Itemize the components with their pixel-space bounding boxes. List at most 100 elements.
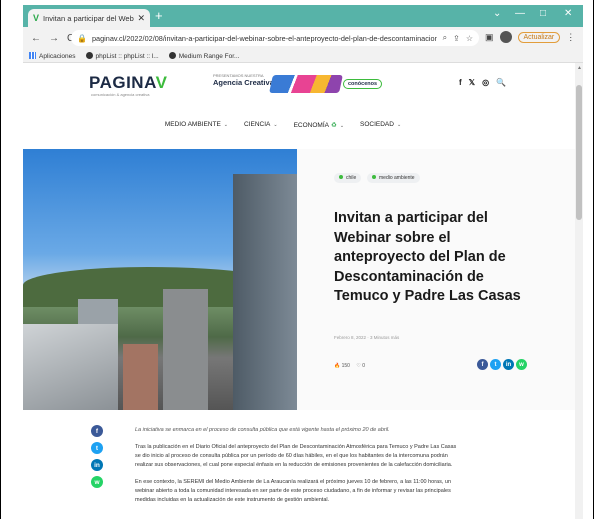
hero-image[interactable] [23,149,297,410]
browser-tab[interactable]: V Invitan a participar del Webinar s ✕ [28,9,150,27]
side-share-buttons: f t in w [91,425,103,488]
browser-toolbar-right: ▣ Actualizar ⋮ [485,31,575,43]
ad-banner[interactable]: PRESENTAMOS NUESTRA Agencia Creativa con… [213,73,383,97]
menu-dots-icon[interactable]: ⋮ [566,32,575,43]
comment-icon: ♡ [356,363,361,369]
menu-item-medio-ambiente[interactable]: MEDIO AMBIENTE ⌄ [165,121,228,129]
search-icon[interactable]: ⌕ [443,33,447,43]
comment-count: 0 [362,363,366,369]
maximize-button[interactable]: □ [540,8,546,19]
lock-icon[interactable]: 🔒 [77,34,87,43]
tower-building-shape [233,174,297,410]
recycle-icon: ♻ [330,122,337,129]
article-meta: Febrero 8, 2022 · 3 Minutos más [334,335,400,340]
building-shape [123,344,158,410]
close-window-button[interactable]: ✕ [564,8,572,19]
url-text: paginav.cl/2022/02/08/invitan-a-particip… [91,33,437,43]
building-shape [23,324,118,410]
menu-item-sociedad[interactable]: SOCIEDAD ⌄ [360,121,401,129]
bookmark-phplist[interactable]: phpList :: phpList :: l... [85,51,159,60]
web-page: ▲ PAGINAV comunicación & agencia creativ… [23,63,583,519]
linkedin-share-button[interactable]: in [503,359,514,370]
article-body: La iniciativa se enmarca en el proceso d… [135,426,460,513]
article-title: Invitan a participar del Webinar sobre e… [334,210,521,304]
bookmark-star-icon[interactable]: ☆ [466,34,473,43]
minimize-button[interactable]: — [515,8,525,19]
scrollbar-thumb[interactable] [576,85,582,220]
building-shape [163,289,208,410]
twitter-icon[interactable]: 𝕏 [469,78,475,87]
bookmark-label: phpList :: phpList :: l... [95,52,159,60]
bookmark-apps[interactable]: Aplicaciones [29,51,76,60]
hero-share-buttons: f t in w [477,359,527,370]
menu-label: MEDIO AMBIENTE [164,121,221,128]
ad-title: Agencia Creativa [213,78,274,87]
linkedin-share-button[interactable]: in [91,459,103,471]
address-bar: ← → C 🔒 paginav.cl/2022/02/08/invitan-a-… [23,27,583,49]
ad-cta-button[interactable]: conócenos [343,79,383,89]
article-lead: La iniciativa se enmarca en el proceso d… [135,427,390,433]
menu-item-economia[interactable]: ECONOMÍA ♻ ⌄ [294,121,344,129]
facebook-share-button[interactable]: f [477,359,488,370]
site-favicon-icon: V [33,13,40,23]
share-icon[interactable]: ⇪ [453,34,460,43]
globe-icon [85,51,93,59]
menu-label: SOCIEDAD [360,121,394,128]
instagram-icon[interactable]: ◎ [482,78,489,87]
bookmark-medium-range[interactable]: Medium Range For... [168,51,240,60]
logo-subtitle: comunicación & agencia creativa [91,92,150,97]
search-icon[interactable]: 🔍 [496,78,506,87]
logo-text: PAGINA [89,73,156,92]
update-button[interactable]: Actualizar [517,31,561,43]
screenshot-frame: V Invitan a participar del Webinar s ✕ +… [0,0,599,519]
twitter-share-button[interactable]: t [490,359,501,370]
sidebar-icon[interactable]: ▣ [485,32,494,43]
menu-label: ECONOMÍA [293,122,329,129]
header-social: f 𝕏 ◎ 🔍 [459,78,506,87]
twitter-share-button[interactable]: t [91,442,103,454]
whatsapp-share-button[interactable]: w [91,476,103,488]
tab-title: Invitan a participar del Webinar s [43,13,134,23]
chevron-down-icon: ⌄ [223,122,228,128]
tag-dot-icon [339,175,343,179]
tag-dot-icon [372,175,376,179]
tab-strip: V Invitan a participar del Webinar s ✕ +… [23,5,583,27]
flame-icon: 🔥 [334,363,341,369]
site-logo[interactable]: PAGINAV [89,73,167,93]
url-field[interactable]: 🔒 paginav.cl/2022/02/08/invitan-a-partic… [71,30,479,46]
tag-label: medio ambiente [379,175,415,181]
article-paragraph: En ese contexto, la SEREMI del Medio Amb… [135,479,452,503]
facebook-share-button[interactable]: f [91,425,103,437]
tag-label: chile [346,175,357,181]
apps-grid-icon [29,51,36,59]
ad-artwork [269,75,343,93]
facebook-icon[interactable]: f [459,78,462,87]
tag-medio-ambiente[interactable]: medio ambiente [367,173,420,183]
main-menu: MEDIO AMBIENTE ⌄ CIENCIA ⌄ ECONOMÍA ♻ ⌄ SOCI… [23,121,583,129]
article-paragraph: Tras la publicación en el Diario Oficial… [135,444,457,468]
close-tab-icon[interactable]: ✕ [137,13,145,24]
logo-v: V [155,73,168,92]
forward-arrow-icon[interactable]: → [49,33,59,44]
tag-chile[interactable]: chile [334,173,362,183]
browser-window: V Invitan a participar del Webinar s ✕ +… [23,5,583,519]
hero-panel: chile medio ambiente Invitan a participa… [297,149,575,410]
menu-label: CIENCIA [244,121,271,128]
view-count: 150 [341,363,350,369]
scrollbar[interactable]: ▲ [575,63,583,519]
profile-avatar[interactable] [499,31,512,43]
chevron-down-icon: ⌄ [396,122,402,128]
bookmarks-bar: Aplicaciones phpList :: phpList :: l... … [23,49,583,63]
chevron-down-icon: ⌄ [273,122,278,128]
globe-icon [168,51,176,59]
article-stats: 🔥 150 ♡ 0 [334,363,365,369]
bookmark-label: Medium Range For... [178,52,240,60]
chevron-down-icon: ⌄ [339,123,345,129]
menu-item-ciencia[interactable]: CIENCIA ⌄ [244,121,278,129]
new-tab-button[interactable]: + [155,8,163,23]
back-arrow-icon[interactable]: ← [31,33,41,44]
tab-search-icon[interactable]: ⌄ [493,8,501,19]
scroll-up-arrow-icon[interactable]: ▲ [577,65,582,71]
whatsapp-share-button[interactable]: w [516,359,527,370]
bookmark-label: Aplicaciones [39,52,76,60]
